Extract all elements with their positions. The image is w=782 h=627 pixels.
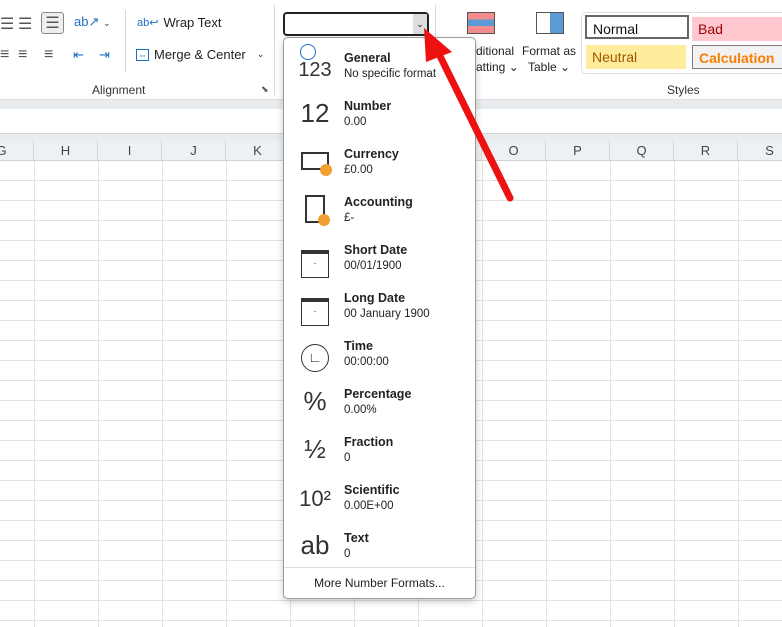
align-right-icon[interactable]: ≡ (44, 46, 53, 64)
dialog-launcher-icon[interactable]: ⬊ (261, 84, 269, 95)
format-item-accounting[interactable]: Accounting £- (284, 186, 475, 234)
merge-center-button[interactable]: ⇔ Merge & Center ⌄ (136, 47, 264, 62)
format-title: Text (344, 531, 369, 545)
increase-indent-icon[interactable]: ⇥ (99, 47, 110, 63)
column-header-S[interactable]: S (738, 141, 782, 161)
format-item-time[interactable]: ∟ Time 00:00:00 (284, 330, 475, 378)
format-sample: 00/01/1900 (344, 260, 402, 272)
chevron-down-icon[interactable]: ⌄ (413, 14, 427, 34)
align-top-icon[interactable]: ☰ (0, 14, 14, 34)
format-sample: 0.00E+00 (344, 500, 394, 512)
calendar-icon: · (298, 288, 332, 326)
format-title: Accounting (344, 195, 413, 209)
align-middle-icon[interactable]: ☰ (18, 14, 32, 34)
format-title: Time (344, 339, 373, 353)
format-title: Scientific (344, 483, 400, 497)
conditional-formatting-icon (467, 12, 495, 34)
format-sample: 0.00 (344, 116, 367, 128)
format-item-short-date[interactable]: · Short Date 00/01/1900 (284, 234, 475, 282)
align-center-icon[interactable]: ≡ (18, 46, 27, 64)
format-item-scientific[interactable]: 10² Scientific 0.00E+00 (284, 474, 475, 522)
format-item-percentage[interactable]: % Percentage 0.00% (284, 378, 475, 426)
column-header-R[interactable]: R (674, 141, 738, 161)
format-sample: No specific format (344, 68, 437, 80)
format-as-table-button[interactable]: Format as Table ⌄ (522, 43, 576, 75)
scientific-icon: 10² (299, 486, 331, 511)
format-title: Fraction (344, 435, 394, 449)
column-header-P[interactable]: P (546, 141, 610, 161)
format-title: Short Date (344, 243, 408, 257)
decrease-indent-icon[interactable]: ⇤ (73, 47, 84, 63)
chevron-down-icon[interactable]: ⌄ (257, 49, 265, 60)
format-sample: 00:00:00 (344, 356, 389, 368)
format-item-text[interactable]: ab Text 0 (284, 522, 475, 570)
format-item-currency[interactable]: Currency £0.00 (284, 138, 475, 186)
format-item-long-date[interactable]: · Long Date 00 January 1900 (284, 282, 475, 330)
number-format-combobox[interactable]: ⌄ (283, 12, 429, 36)
format-title: Currency (344, 147, 399, 161)
style-normal[interactable]: Normal (585, 15, 689, 39)
column-header-I[interactable]: I (98, 141, 162, 161)
column-header-G[interactable]: G (0, 141, 34, 161)
align-bottom-icon[interactable]: ☰ (41, 12, 64, 34)
format-sample: 0 (344, 548, 351, 560)
column-header-Q[interactable]: Q (610, 141, 674, 161)
style-bad[interactable]: Bad (692, 17, 782, 41)
calendar-icon: · (298, 240, 332, 278)
format-item-general[interactable]: 123 General No specific format (284, 42, 475, 90)
conditional-formatting-button[interactable]: ditional atting ⌄ (476, 43, 519, 75)
styles-group-label: Styles (667, 83, 700, 97)
merge-icon: ⇔ (136, 48, 149, 61)
format-title: Percentage (344, 387, 412, 401)
format-as-table-icon (536, 12, 564, 34)
format-sample: £0.00 (344, 164, 373, 176)
style-calculation[interactable]: Calculation (692, 45, 782, 69)
format-sample: 0 (344, 452, 351, 464)
format-sample: 00 January 1900 (344, 308, 430, 320)
format-title: Number (344, 99, 392, 113)
number-icon: 12 (300, 98, 330, 128)
fraction-icon: ½ (304, 434, 326, 464)
clock-icon: ∟ (298, 336, 332, 372)
style-neutral[interactable]: Neutral (586, 45, 686, 69)
column-header-H[interactable]: H (34, 141, 98, 161)
align-left-icon[interactable]: ≡ (0, 46, 9, 64)
column-header-K[interactable]: K (226, 141, 290, 161)
general-icon: 123 (298, 44, 332, 82)
column-header-J[interactable]: J (162, 141, 226, 161)
accounting-icon (298, 192, 332, 226)
percent-icon: % (303, 386, 327, 416)
currency-icon (298, 144, 332, 178)
number-format-menu: 123 General No specific format 12 Number 0.00… (283, 37, 476, 599)
format-title: Long Date (344, 291, 406, 305)
alignment-group-label: Alignment (92, 83, 146, 97)
orientation-icon[interactable]: ab↗ ⌄ (74, 14, 111, 30)
wrap-text-icon: ab↩ (137, 17, 159, 29)
format-sample: £- (344, 212, 355, 224)
column-header-O[interactable]: O (482, 141, 546, 161)
format-sample: 0.00% (344, 404, 377, 416)
format-item-number[interactable]: 12 Number 0.00 (284, 90, 475, 138)
format-item-fraction[interactable]: ½ Fraction 0 (284, 426, 475, 474)
text-icon: ab (300, 530, 330, 560)
more-number-formats-link[interactable]: More Number Formats... (284, 567, 475, 597)
format-title: General (344, 51, 391, 65)
wrap-text-button[interactable]: ab↩ Wrap Text (137, 15, 222, 30)
